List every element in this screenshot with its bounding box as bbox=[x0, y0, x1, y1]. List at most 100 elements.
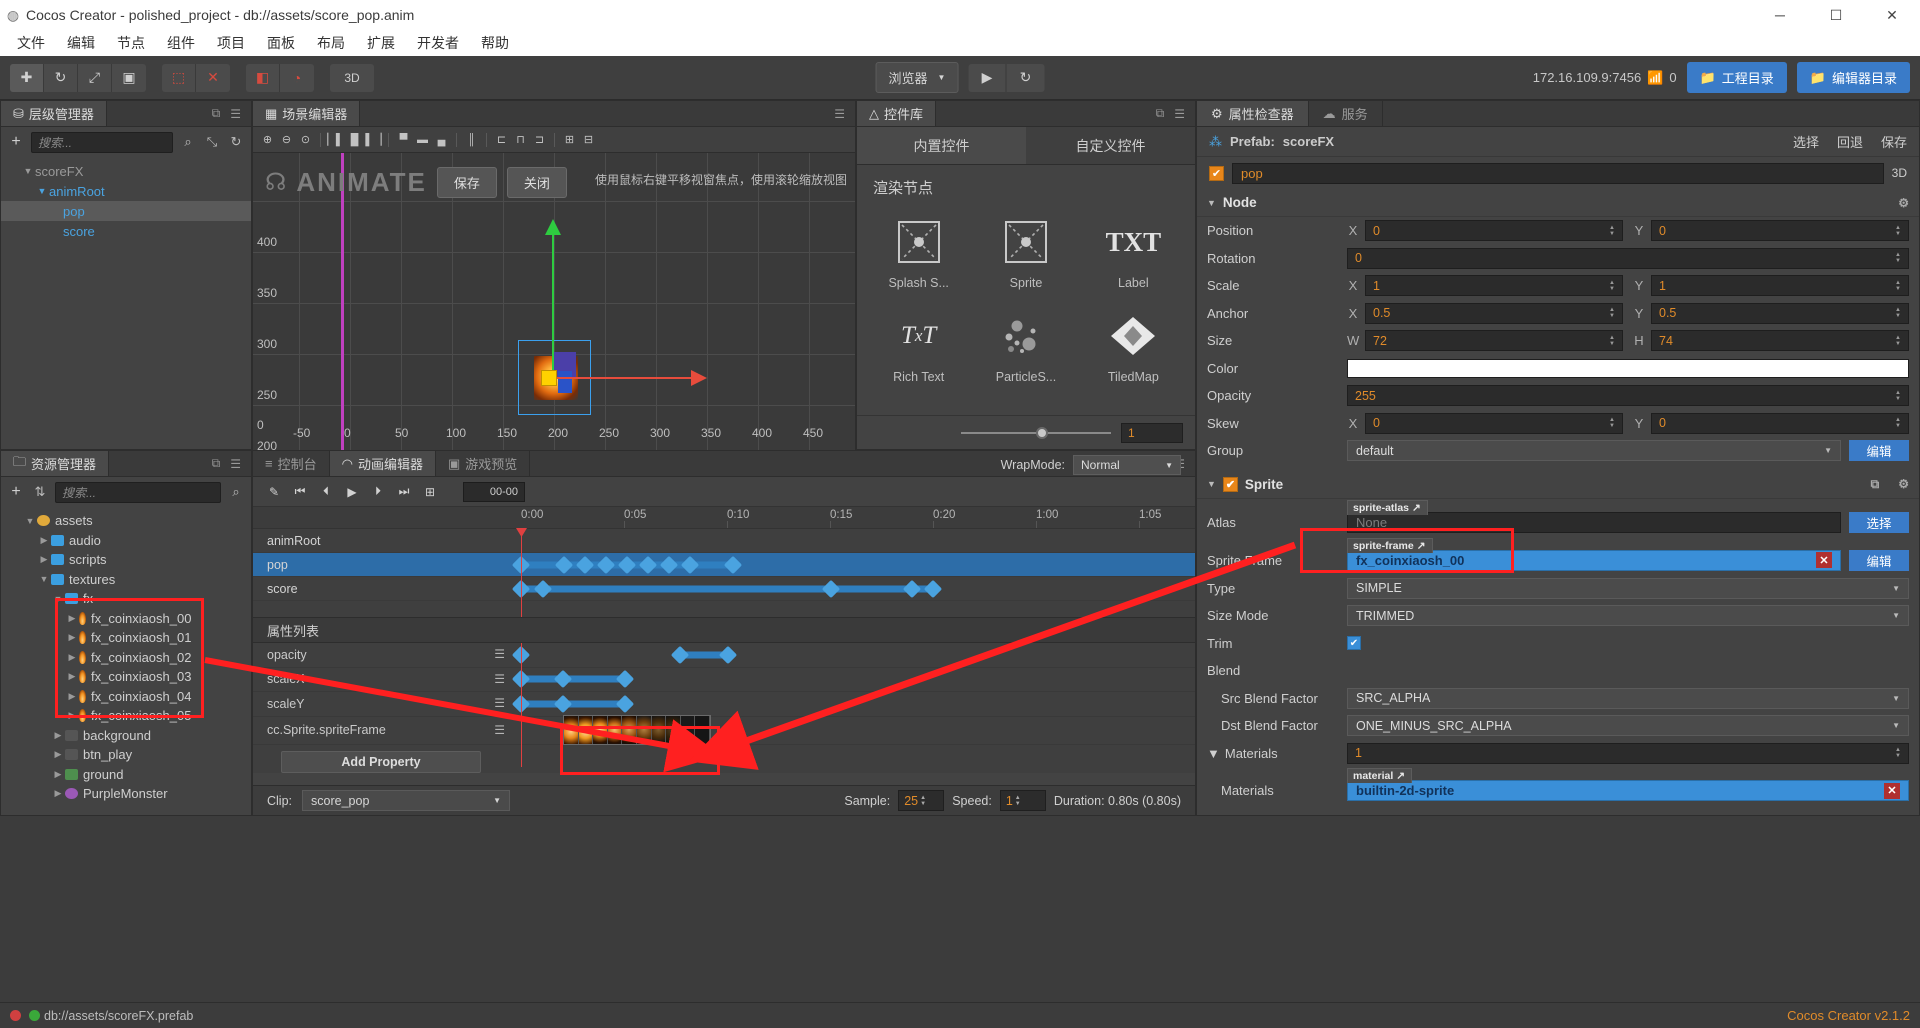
sample-input[interactable]: 25 ▲ ▼ bbox=[898, 790, 945, 811]
clear-sprite-frame-button[interactable]: ✕ bbox=[1816, 552, 1832, 568]
track-row-pop[interactable]: pop bbox=[253, 553, 1195, 577]
tab-animation-editor[interactable]: ◠ 动画编辑器 bbox=[329, 451, 436, 476]
src-blend-select[interactable]: SRC_ALPHA ▼ bbox=[1347, 687, 1909, 709]
prefab-save-button[interactable]: 保存 bbox=[1881, 132, 1907, 151]
save-animation-button[interactable]: 保存 bbox=[436, 167, 497, 198]
gizmo-y-axis[interactable] bbox=[552, 233, 554, 378]
edit-mode-icon[interactable]: ✎ bbox=[263, 481, 285, 503]
keyframe[interactable] bbox=[670, 645, 690, 664]
spinner-icon[interactable]: ▲ ▼ bbox=[1015, 795, 1021, 807]
asset-row-fx-coinxiaosh-04[interactable]: ▶ fx_coinxiaosh_04 bbox=[1, 687, 251, 707]
menu-item-file[interactable]: 文件 bbox=[6, 30, 56, 56]
preview-refresh-button[interactable]: ↻ bbox=[1006, 64, 1044, 92]
widget-item-splash-sprite[interactable]: Splash S... bbox=[867, 208, 970, 298]
chevron-right-icon[interactable]: ▶ bbox=[65, 652, 79, 663]
add-keyframe-icon[interactable]: ⊞ bbox=[419, 481, 441, 503]
sprite-frame-edit-button[interactable]: 编辑 bbox=[1849, 549, 1909, 571]
property-row-spriteframe[interactable]: cc.Sprite.spriteFrame ☰ bbox=[253, 715, 1195, 745]
external-link-icon[interactable]: ↗ bbox=[1417, 540, 1426, 552]
popout-icon[interactable]: ⧉ bbox=[212, 106, 221, 121]
slider-knob[interactable] bbox=[1036, 426, 1048, 439]
material-asset-field[interactable]: material ↗ builtin-2d-sprite ✕ bbox=[1347, 768, 1909, 801]
jump-last-icon[interactable]: ⏭ bbox=[393, 481, 415, 503]
popout-icon[interactable]: ⧉ bbox=[1871, 477, 1880, 492]
sort-icon[interactable]: ⇅ bbox=[31, 484, 49, 500]
color-swatch[interactable] bbox=[1347, 358, 1909, 378]
snap-center-icon[interactable]: ⊓ bbox=[512, 131, 529, 148]
add-asset-button[interactable]: + bbox=[7, 483, 25, 501]
property-lane[interactable] bbox=[511, 692, 1195, 716]
atlas-value[interactable]: None bbox=[1347, 511, 1841, 533]
property-row-scalex[interactable]: scaleX ☰ bbox=[253, 668, 1195, 692]
node-name-input[interactable]: pop bbox=[1232, 162, 1884, 184]
hierarchy-search-input[interactable]: 搜索... bbox=[31, 131, 173, 153]
keyframe[interactable] bbox=[617, 555, 637, 574]
menu-item-developer[interactable]: 开发者 bbox=[406, 30, 470, 56]
expand-icon[interactable]: ⤡ bbox=[203, 134, 221, 150]
dimension-toggle-button[interactable]: 3D bbox=[330, 64, 374, 92]
spinner-icon[interactable]: ▲ ▼ bbox=[1609, 307, 1615, 319]
asset-row-textures[interactable]: ▼ textures bbox=[1, 570, 251, 590]
chevron-right-icon[interactable]: ▶ bbox=[37, 535, 51, 546]
skew-y-input[interactable]: 0 ▲ ▼ bbox=[1651, 412, 1909, 434]
position-y-input[interactable]: 0 ▲ ▼ bbox=[1651, 220, 1909, 242]
trim-checkbox[interactable]: ✔ bbox=[1347, 636, 1361, 651]
align-middle-icon[interactable]: ▬ bbox=[414, 131, 431, 148]
skew-x-input[interactable]: 0 ▲ ▼ bbox=[1365, 412, 1623, 434]
tab-console[interactable]: ≡ 控制台 bbox=[253, 451, 330, 476]
current-time-display[interactable]: 00-00 bbox=[463, 481, 525, 502]
close-button[interactable]: ✕ bbox=[1864, 0, 1920, 30]
track-lane[interactable] bbox=[511, 553, 1195, 576]
anchor-x-input[interactable]: 0.5 ▲ ▼ bbox=[1365, 302, 1623, 324]
keyframe[interactable] bbox=[718, 645, 738, 664]
hierarchy-node-pop[interactable]: pop bbox=[1, 201, 251, 221]
rotation-input[interactable]: 0 ▲ ▼ bbox=[1347, 247, 1909, 269]
project-dir-button[interactable]: 📁 工程目录 bbox=[1686, 62, 1787, 93]
property-row-scaley[interactable]: scaleY ☰ bbox=[253, 692, 1195, 717]
menu-item-layout[interactable]: 布局 bbox=[306, 30, 356, 56]
sprite-frame-value[interactable]: fx_coinxiaosh_00 ✕ bbox=[1347, 549, 1841, 571]
widget-zoom-value[interactable]: 1 bbox=[1121, 422, 1183, 443]
spinner-icon[interactable]: ▲ ▼ bbox=[1895, 225, 1901, 237]
spinner-icon[interactable]: ▲ ▼ bbox=[1609, 225, 1615, 237]
popout-icon[interactable]: ⧉ bbox=[212, 456, 221, 471]
speed-input[interactable]: 1 ▲ ▼ bbox=[999, 790, 1046, 811]
materials-count-input[interactable]: 1 ▲ ▼ bbox=[1347, 742, 1909, 764]
widget-item-tiledmap[interactable]: TiledMap bbox=[1082, 302, 1185, 392]
group-select[interactable]: default ▼ bbox=[1347, 440, 1841, 462]
chevron-right-icon[interactable]: ▶ bbox=[65, 613, 79, 624]
chevron-down-icon[interactable]: ▼ bbox=[23, 516, 37, 526]
close-animation-button[interactable]: 关闭 bbox=[506, 167, 567, 198]
gizmo-x-axis[interactable] bbox=[553, 377, 693, 379]
chevron-down-icon[interactable]: ▼ bbox=[21, 166, 35, 176]
snap-left-icon[interactable]: ⊏ bbox=[493, 131, 510, 148]
gizmo-center-handle[interactable] bbox=[541, 370, 557, 386]
track-lane[interactable] bbox=[515, 529, 1195, 552]
preview-target-select[interactable]: 浏览器 ▼ bbox=[875, 62, 959, 93]
widget-zoom-slider[interactable] bbox=[961, 426, 1111, 439]
move-tool-button[interactable]: ✚ bbox=[10, 63, 44, 92]
hamburger-menu-icon[interactable]: ☰ bbox=[1174, 107, 1185, 121]
menu-item-component[interactable]: 组件 bbox=[156, 30, 206, 56]
property-row-opacity[interactable]: opacity ☰ bbox=[253, 643, 1195, 668]
rotate-tool-button[interactable]: ↻ bbox=[44, 63, 78, 92]
rect-tool-button[interactable]: ▣ bbox=[112, 64, 146, 92]
pivot-center-tool-button[interactable]: ⬚ bbox=[162, 63, 196, 92]
sprite-section-header[interactable]: ▼ ✔ Sprite ⧉ ⚙ bbox=[1197, 471, 1919, 499]
asset-row-fx-coinxiaosh-01[interactable]: ▶ fx_coinxiaosh_01 bbox=[1, 628, 251, 648]
widget-item-rich-text[interactable]: TxT Rich Text bbox=[867, 302, 970, 392]
sprite-enabled-checkbox[interactable]: ✔ bbox=[1222, 476, 1238, 492]
property-lane[interactable] bbox=[515, 715, 1195, 745]
add-property-button[interactable]: Add Property bbox=[281, 750, 481, 773]
chevron-right-icon[interactable]: ▶ bbox=[65, 632, 79, 643]
external-link-icon[interactable]: ↗ bbox=[1396, 770, 1405, 782]
keyframe[interactable] bbox=[596, 555, 616, 574]
chevron-down-icon[interactable]: ▼ bbox=[1207, 746, 1220, 761]
keyframe[interactable] bbox=[821, 579, 841, 598]
hamburger-menu-icon[interactable]: ☰ bbox=[230, 107, 241, 121]
spinner-icon[interactable]: ▲ ▼ bbox=[1609, 417, 1615, 429]
node-section-header[interactable]: ▼ Node ⚙ bbox=[1197, 189, 1919, 217]
keyframe[interactable] bbox=[615, 670, 635, 689]
size-height-input[interactable]: 74 ▲ ▼ bbox=[1651, 330, 1909, 352]
keyframe[interactable] bbox=[723, 555, 743, 574]
